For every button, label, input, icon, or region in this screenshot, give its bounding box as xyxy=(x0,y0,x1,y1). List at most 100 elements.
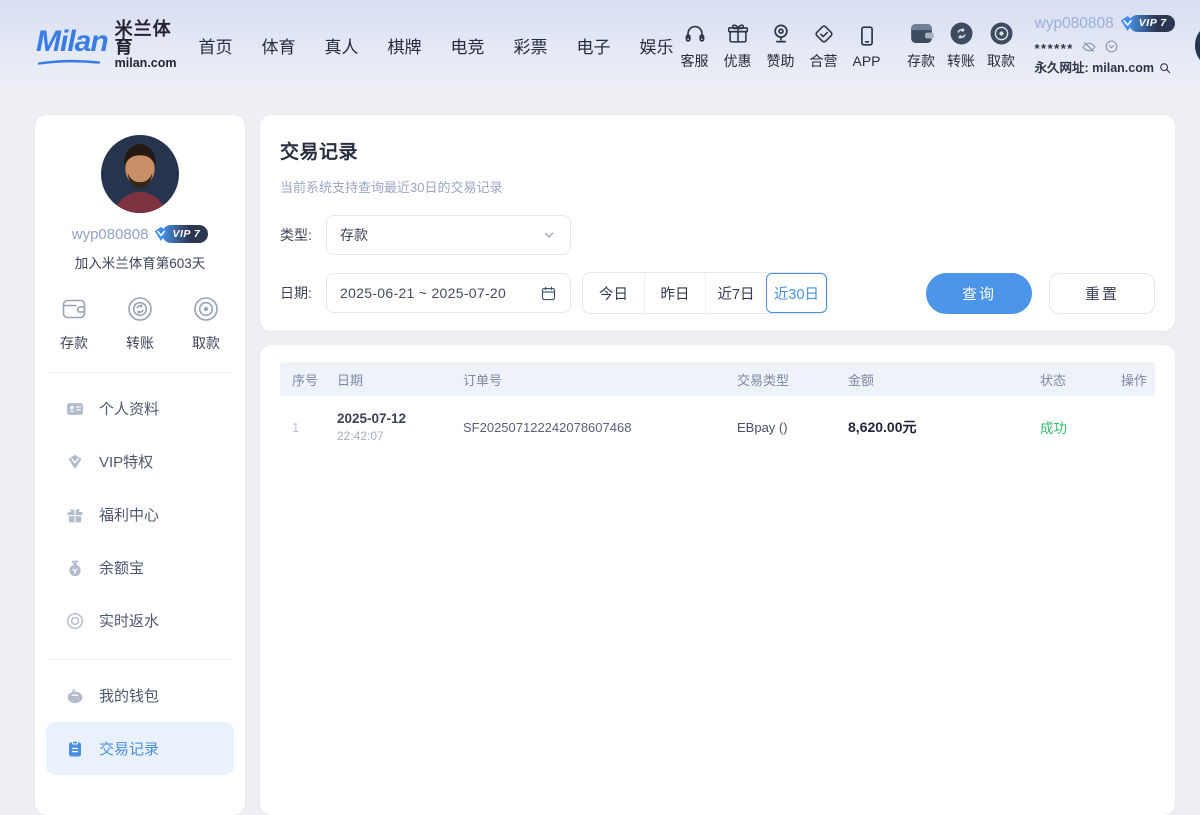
nav-home[interactable]: 首页 xyxy=(199,33,233,58)
service-item-affiliate[interactable]: 合营 xyxy=(803,20,845,71)
quick-deposit[interactable]: 存款 xyxy=(59,294,89,353)
service-item-support[interactable]: 客服 xyxy=(674,20,716,71)
deposit-wallet-icon xyxy=(908,20,935,48)
quick-withdraw[interactable]: 取款 xyxy=(191,294,221,353)
sidebar-item-rebate[interactable]: 实时返水 xyxy=(46,594,234,647)
site-logo[interactable]: Milan 米兰体育 milan.com xyxy=(36,20,177,71)
piggy-bank-icon xyxy=(65,686,85,706)
transaction-records-page: { "header": { "logo": { "script": "Milan… xyxy=(0,0,1200,756)
sidebar-item-yuebao[interactable]: 余额宝 xyxy=(46,541,234,594)
nav-slots[interactable]: 电子 xyxy=(577,33,611,58)
nav-lottery[interactable]: 彩票 xyxy=(514,33,548,58)
magnifier-icon[interactable] xyxy=(1158,61,1172,75)
sidebar-item-profile[interactable]: 个人资料 xyxy=(46,382,234,435)
sidebar-item-my-wallet[interactable]: 我的钱包 xyxy=(46,669,234,722)
handshake-icon xyxy=(811,20,837,48)
type-select[interactable]: 存款 xyxy=(326,215,571,255)
main-nav: 首页 体育 真人 棋牌 电竞 彩票 电子 娱乐 xyxy=(199,33,674,58)
row-time: 22:42:07 xyxy=(337,429,450,443)
row-order-no: SF202507122242078607468 xyxy=(450,420,725,435)
reset-button[interactable]: 重置 xyxy=(1049,273,1155,314)
service-item-promo[interactable]: 优惠 xyxy=(717,20,759,71)
rebate-coin-icon xyxy=(65,611,85,631)
sidebar-vip-badge: VIP 7 xyxy=(153,225,208,243)
sidebar-item-vip[interactable]: VIP特权 xyxy=(46,435,234,488)
wallet-outline-icon xyxy=(59,294,89,324)
nav-esports[interactable]: 电竞 xyxy=(451,33,485,58)
topbar: Milan 米兰体育 milan.com 首页 体育 真人 棋牌 电竞 彩票 电… xyxy=(0,0,1200,90)
vip-gem-icon xyxy=(1119,15,1136,32)
masked-balance: ****** xyxy=(1035,38,1074,55)
withdraw-outline-icon xyxy=(191,294,221,324)
nav-live[interactable]: 真人 xyxy=(325,33,359,58)
range-7days[interactable]: 近7日 xyxy=(705,273,766,313)
id-card-icon xyxy=(65,399,85,419)
row-date: 2025-07-12 xyxy=(337,411,450,426)
row-status-badge: 成功 xyxy=(1025,417,1095,437)
logo-swash xyxy=(38,59,100,65)
sidebar: wyp080808 VIP 7 加入米兰体育第603天 存款 xyxy=(35,115,245,815)
row-seq: 1 xyxy=(280,420,330,435)
header-withdraw[interactable]: 取款 xyxy=(982,20,1021,71)
withdraw-coin-icon xyxy=(988,20,1015,48)
col-date: 日期 xyxy=(330,370,450,389)
service-item-app[interactable]: APP xyxy=(846,22,888,69)
vip-privilege-icon xyxy=(65,452,85,472)
profile-avatar[interactable] xyxy=(101,135,179,213)
sidebar-item-benefits[interactable]: 福利中心 xyxy=(46,488,234,541)
money-pot-icon xyxy=(65,558,85,578)
phone-icon xyxy=(854,22,880,50)
vip-gem-icon xyxy=(153,226,169,242)
col-action: 操作 xyxy=(1095,370,1155,389)
range-yesterday[interactable]: 昨日 xyxy=(644,273,705,313)
row-amount: 8,620.00元 xyxy=(835,417,1025,437)
filter-card: 交易记录 当前系统支持查询最近30日的交易记录 类型: 存款 日期: 2025-… xyxy=(260,115,1175,331)
circle-chevron-icon[interactable] xyxy=(1104,39,1119,54)
sidebar-wallet-menu: 我的钱包 交易记录 xyxy=(35,660,245,775)
nav-entertainment[interactable]: 娱乐 xyxy=(640,33,674,58)
table-header: 序号 日期 订单号 交易类型 金额 状态 操作 xyxy=(280,362,1155,396)
logo-cn: 米兰体育 xyxy=(115,20,177,58)
col-order: 订单号 xyxy=(450,370,725,389)
sidebar-username: wyp080808 xyxy=(72,226,149,243)
page-subtitle: 当前系统支持查询最近30日的交易记录 xyxy=(280,177,1155,196)
user-block: wyp080808 VIP 7 ****** xyxy=(1035,15,1185,75)
range-30days[interactable]: 近30日 xyxy=(766,273,827,313)
gift-icon xyxy=(725,20,751,48)
date-range-value: 2025-06-21 ~ 2025-07-20 xyxy=(340,285,540,301)
benefits-gift-icon xyxy=(65,505,85,525)
service-item-sponsor[interactable]: 赞助 xyxy=(760,20,802,71)
user-avatar[interactable] xyxy=(1195,22,1200,69)
joined-days: 加入米兰体育第603天 xyxy=(35,252,245,272)
nav-sports[interactable]: 体育 xyxy=(262,33,296,58)
date-range-input[interactable]: 2025-06-21 ~ 2025-07-20 xyxy=(326,273,571,313)
calendar-icon xyxy=(540,285,557,302)
col-seq: 序号 xyxy=(280,370,330,389)
vip-badge: VIP 7 xyxy=(1119,15,1175,32)
chevron-down-icon xyxy=(541,227,557,243)
permanent-url: 永久网址: milan.com xyxy=(1035,62,1154,75)
sidebar-menu: 个人资料 VIP特权 福利中心 xyxy=(35,373,245,647)
transfer-circle-icon xyxy=(948,20,975,48)
row-type: EBpay () xyxy=(725,420,835,435)
col-type: 交易类型 xyxy=(725,370,835,389)
headset-icon xyxy=(682,20,708,48)
row-datetime: 2025-07-12 22:42:07 xyxy=(330,411,450,443)
logo-domain: milan.com xyxy=(115,57,177,70)
type-label: 类型: xyxy=(280,225,326,245)
logo-script-text: Milan xyxy=(36,25,108,65)
quick-transfer[interactable]: 转账 xyxy=(125,294,155,353)
col-amount: 金额 xyxy=(835,370,1025,389)
type-select-value: 存款 xyxy=(340,225,541,245)
range-today[interactable]: 今日 xyxy=(583,273,644,313)
search-button[interactable]: 查询 xyxy=(926,273,1032,314)
header-deposit[interactable]: 存款 xyxy=(902,20,941,71)
date-label: 日期: xyxy=(280,283,326,303)
table-row: 1 2025-07-12 22:42:07 SF2025071222420786… xyxy=(280,396,1155,458)
sidebar-item-transaction-records[interactable]: 交易记录 xyxy=(46,722,234,775)
eye-off-icon[interactable] xyxy=(1081,39,1097,55)
nav-cards[interactable]: 棋牌 xyxy=(388,33,422,58)
date-range-presets: 今日 昨日 近7日 近30日 xyxy=(582,272,828,314)
page-title: 交易记录 xyxy=(280,137,1155,164)
header-transfer[interactable]: 转账 xyxy=(942,20,981,71)
